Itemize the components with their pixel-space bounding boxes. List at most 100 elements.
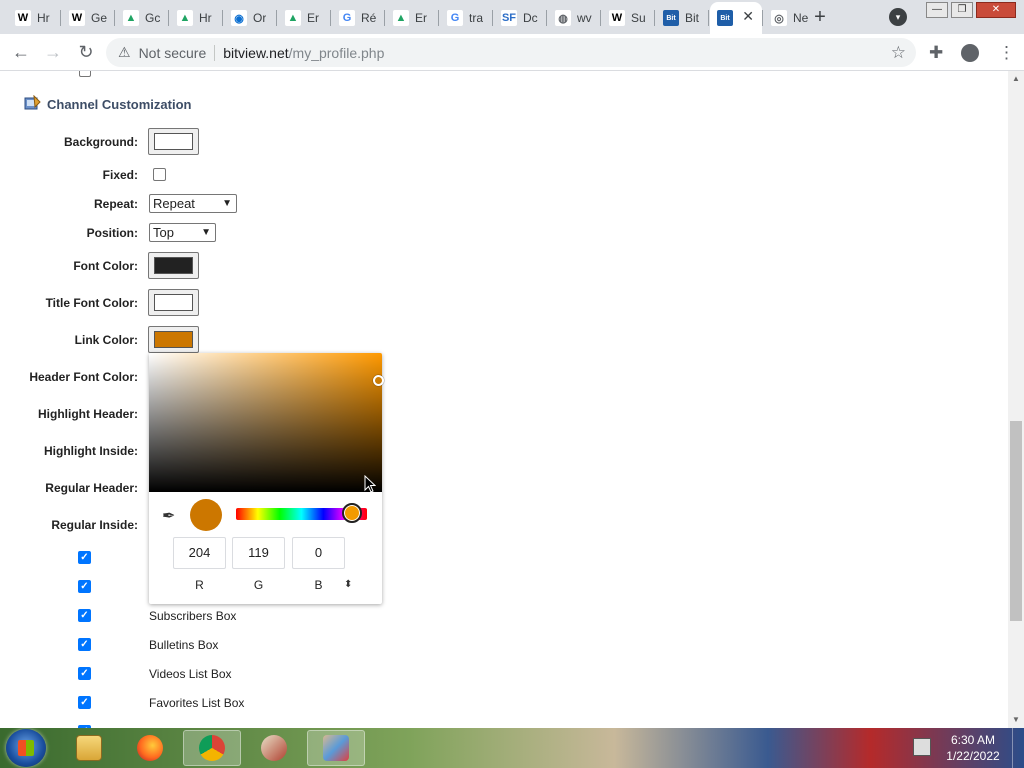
security-status[interactable]: Not secure bbox=[139, 45, 207, 61]
green-value-input[interactable]: 119 bbox=[232, 537, 285, 569]
green-label: G bbox=[253, 578, 264, 592]
blue-label: B bbox=[314, 578, 323, 592]
url-host[interactable]: bitview.net bbox=[223, 45, 288, 61]
back-button[interactable]: ← bbox=[10, 42, 32, 64]
position-label: Position: bbox=[86, 226, 138, 240]
address-divider bbox=[214, 44, 216, 61]
saturation-value-handle[interactable] bbox=[373, 375, 384, 386]
fixed-checkbox[interactable] bbox=[153, 168, 166, 181]
hue-slider-handle[interactable] bbox=[342, 503, 362, 523]
google-drive-icon: ▲ bbox=[123, 10, 139, 26]
regular-inside-label: Regular Inside: bbox=[51, 518, 138, 532]
subscribers-box-checkbox[interactable]: ✓ bbox=[78, 609, 91, 622]
browser-tab[interactable]: W Su bbox=[602, 4, 654, 32]
show-desktop-button[interactable] bbox=[1012, 728, 1024, 768]
reload-button[interactable]: ↻ bbox=[75, 42, 97, 64]
red-label: R bbox=[195, 578, 204, 592]
tab-separator bbox=[330, 10, 331, 26]
repeat-select-value: Repeat bbox=[153, 196, 195, 211]
browser-tab[interactable]: G Ré bbox=[332, 4, 384, 32]
menu-kebab-icon[interactable]: ⋮ bbox=[998, 43, 1015, 63]
link-color-button[interactable] bbox=[148, 326, 199, 353]
eyedropper-icon[interactable]: ✒ bbox=[162, 506, 175, 526]
tab-separator bbox=[222, 10, 223, 26]
paint-icon[interactable] bbox=[307, 730, 365, 766]
chrome-icon[interactable] bbox=[183, 730, 241, 766]
browser-tab[interactable]: ▲ Er bbox=[278, 4, 330, 32]
tab-separator bbox=[600, 10, 601, 26]
maximize-button[interactable]: ❐ bbox=[951, 2, 973, 18]
box-checkbox[interactable]: ✓ bbox=[78, 580, 91, 593]
box-checkbox[interactable]: ✓ bbox=[78, 551, 91, 564]
tab-title: Bit bbox=[685, 11, 700, 25]
title-font-color-button[interactable] bbox=[148, 289, 199, 316]
repeat-select[interactable]: Repeat ▼ bbox=[149, 194, 237, 213]
warning-icon[interactable]: ⚠ bbox=[118, 44, 131, 61]
page-scrollbar[interactable]: ▲ ▼ bbox=[1008, 71, 1024, 728]
network-tray-icon[interactable] bbox=[913, 738, 931, 756]
close-window-button[interactable]: ✕ bbox=[976, 2, 1016, 18]
tab-title: Dc bbox=[523, 11, 538, 25]
bulletins-box-checkbox[interactable]: ✓ bbox=[78, 638, 91, 651]
url-path[interactable]: /my_profile.php bbox=[289, 45, 385, 61]
partial-checkbox[interactable] bbox=[79, 71, 91, 77]
browser-tab[interactable]: ▲ Gc bbox=[116, 4, 168, 32]
scroll-down-arrow-icon[interactable]: ▼ bbox=[1008, 712, 1024, 728]
forward-button[interactable]: → bbox=[42, 42, 64, 64]
red-value-input[interactable]: 204 bbox=[173, 537, 226, 569]
browser-tab[interactable]: ▲ Er bbox=[386, 4, 438, 32]
browser-tab[interactable]: Gtra bbox=[440, 4, 492, 32]
taskbar-clock[interactable]: 6:30 AM 1/22/2022 bbox=[940, 732, 1006, 764]
extensions-icon[interactable]: ✚ bbox=[929, 43, 943, 63]
scroll-up-arrow-icon[interactable]: ▲ bbox=[1008, 71, 1024, 87]
regular-header-label: Regular Header: bbox=[45, 481, 138, 495]
position-select-value: Top bbox=[153, 225, 174, 240]
chevron-down-icon: ▼ bbox=[201, 227, 211, 238]
onedrive-icon: ◉ bbox=[231, 10, 247, 26]
windows-taskbar: 6:30 AM 1/22/2022 bbox=[0, 728, 1024, 768]
close-tab-icon[interactable]: ✕ bbox=[742, 8, 754, 25]
header-font-color-label: Header Font Color: bbox=[29, 370, 138, 384]
browser-tab[interactable]: ◉ Or bbox=[224, 4, 276, 32]
blue-value-input[interactable]: 0 bbox=[292, 537, 345, 569]
favorites-list-box-checkbox[interactable]: ✓ bbox=[78, 696, 91, 709]
browser-tab[interactable]: Bit ✕ bbox=[710, 2, 762, 34]
mouse-cursor-icon bbox=[364, 475, 376, 493]
title-font-color-label: Title Font Color: bbox=[45, 296, 138, 310]
font-color-button[interactable] bbox=[148, 252, 199, 279]
profile-avatar-icon[interactable] bbox=[961, 44, 979, 62]
tab-title: wv bbox=[577, 11, 592, 25]
scroll-thumb[interactable] bbox=[1010, 421, 1022, 621]
tab-separator bbox=[114, 10, 115, 26]
color-mode-toggle-icon[interactable]: ⬍ bbox=[344, 579, 352, 590]
browser-tab[interactable]: Bit Bit bbox=[656, 4, 708, 32]
saturation-value-area[interactable] bbox=[149, 353, 382, 492]
browser-tab[interactable]: ◍ wv bbox=[548, 4, 600, 32]
google-drive-icon: ▲ bbox=[393, 10, 409, 26]
browser-toolbar: ← → ↻ ⚠ Not secure bitview.net/my_profil… bbox=[0, 34, 1024, 71]
globe-icon: ◍ bbox=[555, 10, 571, 26]
browser-tab[interactable]: ▲ Hr bbox=[170, 4, 222, 32]
color-preview-swatch bbox=[190, 499, 222, 531]
file-explorer-icon[interactable] bbox=[60, 730, 118, 766]
tab-search-icon[interactable]: ▾ bbox=[889, 8, 907, 26]
browser-tab[interactable]: W Hr bbox=[8, 4, 60, 32]
bulletins-box-label: Bulletins Box bbox=[149, 638, 219, 652]
address-bar[interactable]: ⚠ Not secure bitview.net/my_profile.php … bbox=[106, 38, 916, 67]
google-drive-icon: ▲ bbox=[285, 10, 301, 26]
background-color-button[interactable] bbox=[148, 128, 199, 155]
tab-separator bbox=[168, 10, 169, 26]
bookmark-star-icon[interactable]: ☆ bbox=[891, 43, 906, 63]
browser-tab[interactable]: SF Dc bbox=[494, 4, 546, 32]
paint-brush-icon[interactable] bbox=[245, 730, 303, 766]
browser-tab[interactable]: W Ge bbox=[62, 4, 114, 32]
position-select[interactable]: Top ▼ bbox=[149, 223, 216, 242]
minimize-button[interactable]: — bbox=[926, 2, 948, 18]
start-button[interactable] bbox=[6, 729, 46, 767]
firefox-icon[interactable] bbox=[121, 730, 179, 766]
font-color-swatch bbox=[154, 257, 193, 274]
google-icon: G bbox=[447, 10, 463, 26]
link-color-swatch bbox=[154, 331, 193, 348]
new-tab-button[interactable]: + bbox=[808, 6, 832, 30]
videos-list-box-checkbox[interactable]: ✓ bbox=[78, 667, 91, 680]
